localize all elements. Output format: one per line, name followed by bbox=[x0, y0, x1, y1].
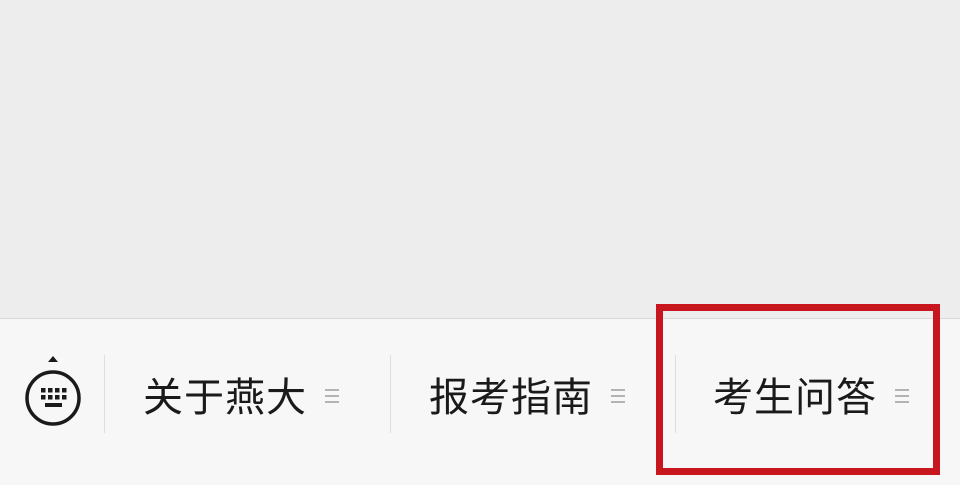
keyboard-icon bbox=[25, 356, 81, 426]
menu-item-label: 报考指南 bbox=[429, 375, 593, 421]
chat-area bbox=[0, 0, 960, 318]
menu-item-label: 关于燕大 bbox=[143, 375, 307, 421]
keyboard-toggle-button[interactable] bbox=[20, 353, 86, 429]
menu-lines-icon bbox=[611, 385, 625, 403]
menu-lines-icon bbox=[325, 385, 339, 403]
menu-item-about[interactable]: 关于燕大 bbox=[143, 355, 339, 433]
menu-item-label: 考生问答 bbox=[713, 375, 877, 421]
menu-item-admission-guide[interactable]: 报考指南 bbox=[429, 355, 625, 433]
menu-lines-icon bbox=[895, 385, 909, 403]
menu-item-applicant-qa[interactable]: 考生问答 bbox=[713, 355, 909, 433]
custom-menu-bar: 关于燕大 报考指南 考生问答 bbox=[0, 318, 960, 485]
menu-divider bbox=[390, 355, 391, 433]
menu-divider bbox=[104, 355, 105, 433]
menu-divider bbox=[675, 355, 676, 433]
